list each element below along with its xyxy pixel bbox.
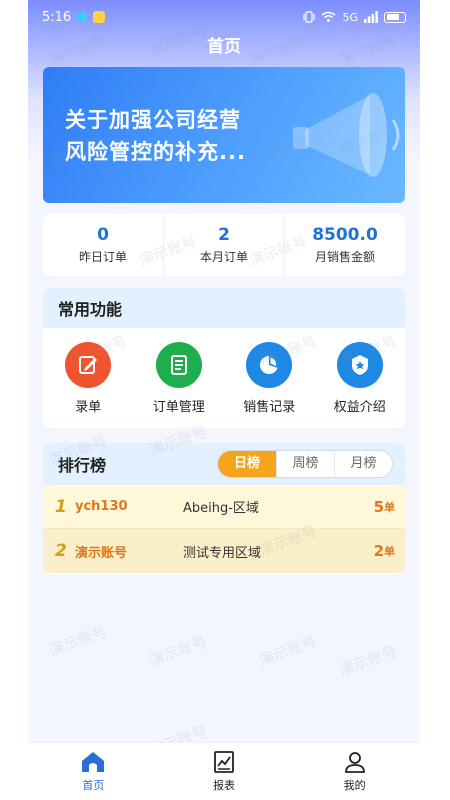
ranking-row[interactable]: 1 ych130 Abeihg-区域 5 单 <box>43 485 405 529</box>
stat-value: 8500.0 <box>312 225 378 245</box>
ranking-row[interactable]: 2 演示账号 测试专用区域 2 单 <box>43 529 405 573</box>
function-label: 销售记录 <box>243 400 296 415</box>
watermark: 演示账号 <box>336 642 400 680</box>
function-benefits-intro[interactable]: 权益介绍 <box>315 342 406 415</box>
watermark: 演示账号 <box>146 632 210 670</box>
function-record-order[interactable]: 录单 <box>43 342 134 415</box>
app-notification-icon <box>93 11 106 23</box>
stat-value: 0 <box>97 225 109 245</box>
function-label: 录单 <box>75 400 102 415</box>
rank-number: 1 <box>55 496 67 517</box>
stat-month-orders[interactable]: 2 本月订单 <box>164 214 285 276</box>
banner-line-2: 风险管控的补充... <box>65 140 246 164</box>
vibrate-icon <box>303 11 316 23</box>
rank-unit: 单 <box>384 545 395 558</box>
tab-home[interactable]: 首页 <box>28 743 159 800</box>
signal-icon <box>364 11 378 23</box>
tab-monthly[interactable]: 月榜 <box>334 451 392 477</box>
tab-daily[interactable]: 日榜 <box>218 451 276 477</box>
badge-icon <box>336 342 383 388</box>
tab-label: 首页 <box>82 779 105 792</box>
network-type: 5G <box>342 10 358 24</box>
bottom-tab-bar: 首页 报表 我的 <box>28 742 420 800</box>
status-bar: 5:16 5G <box>28 0 420 34</box>
battery-icon <box>384 11 406 23</box>
tab-label: 报表 <box>213 779 235 792</box>
rank-count: 5 <box>373 497 384 516</box>
rank-name: 演示账号 <box>75 545 128 561</box>
user-icon <box>344 752 365 773</box>
banner-line-1: 关于加强公司经营 <box>65 108 241 132</box>
section-title: 排行榜 <box>58 456 107 475</box>
stat-month-sales[interactable]: 8500.0 月销售金额 <box>285 214 405 276</box>
tab-label: 我的 <box>343 779 366 792</box>
status-time: 5:16 <box>42 9 72 25</box>
section-title: 常用功能 <box>43 288 405 328</box>
common-functions-card: 常用功能 录单 订单管理 销售记录 权益介绍 <box>43 288 405 428</box>
rank-name: ych130 <box>75 499 128 514</box>
rank-area: 测试专用区域 <box>183 545 262 561</box>
notification-icon <box>77 12 88 22</box>
stat-label: 月销售金额 <box>314 250 375 264</box>
stat-label: 本月订单 <box>199 250 248 264</box>
rank-count: 2 <box>373 542 384 560</box>
function-sales-record[interactable]: 销售记录 <box>224 342 315 415</box>
stat-yesterday-orders[interactable]: 0 昨日订单 <box>43 214 164 276</box>
rank-unit: 单 <box>384 500 395 514</box>
megaphone-icon <box>293 93 400 177</box>
rank-area: Abeihg-区域 <box>183 501 259 516</box>
edit-icon <box>65 342 112 388</box>
function-label: 订单管理 <box>152 400 205 415</box>
tab-mine[interactable]: 我的 <box>289 743 420 800</box>
tab-weekly[interactable]: 周榜 <box>276 451 334 477</box>
stat-label: 昨日订单 <box>78 250 127 264</box>
wifi-icon <box>322 11 336 22</box>
ranking-tabs: 日榜 周榜 月榜 <box>217 450 393 478</box>
rank-number: 2 <box>55 541 67 561</box>
phone-screen: 5:16 5G 首页 关于加强公司经营 风险管控的补充... 0 昨日订单 2 <box>28 0 420 800</box>
report-icon <box>214 751 234 773</box>
stats-card: 0 昨日订单 2 本月订单 8500.0 月销售金额 <box>43 214 405 276</box>
function-label: 权益介绍 <box>333 400 386 415</box>
home-icon <box>82 752 105 772</box>
stat-value: 2 <box>218 225 230 245</box>
pie-chart-icon <box>246 342 293 388</box>
announcement-banner[interactable]: 关于加强公司经营 风险管控的补充... <box>43 67 405 203</box>
ranking-card: 排行榜 日榜 周榜 月榜 1 ych130 Abeihg-区域 5 单 2 演示… <box>43 443 405 575</box>
document-icon <box>155 342 202 388</box>
watermark: 演示账号 <box>46 622 110 660</box>
page-title: 首页 <box>207 37 241 57</box>
tab-report[interactable]: 报表 <box>159 743 290 800</box>
function-order-management[interactable]: 订单管理 <box>134 342 225 415</box>
watermark: 演示账号 <box>256 632 320 670</box>
